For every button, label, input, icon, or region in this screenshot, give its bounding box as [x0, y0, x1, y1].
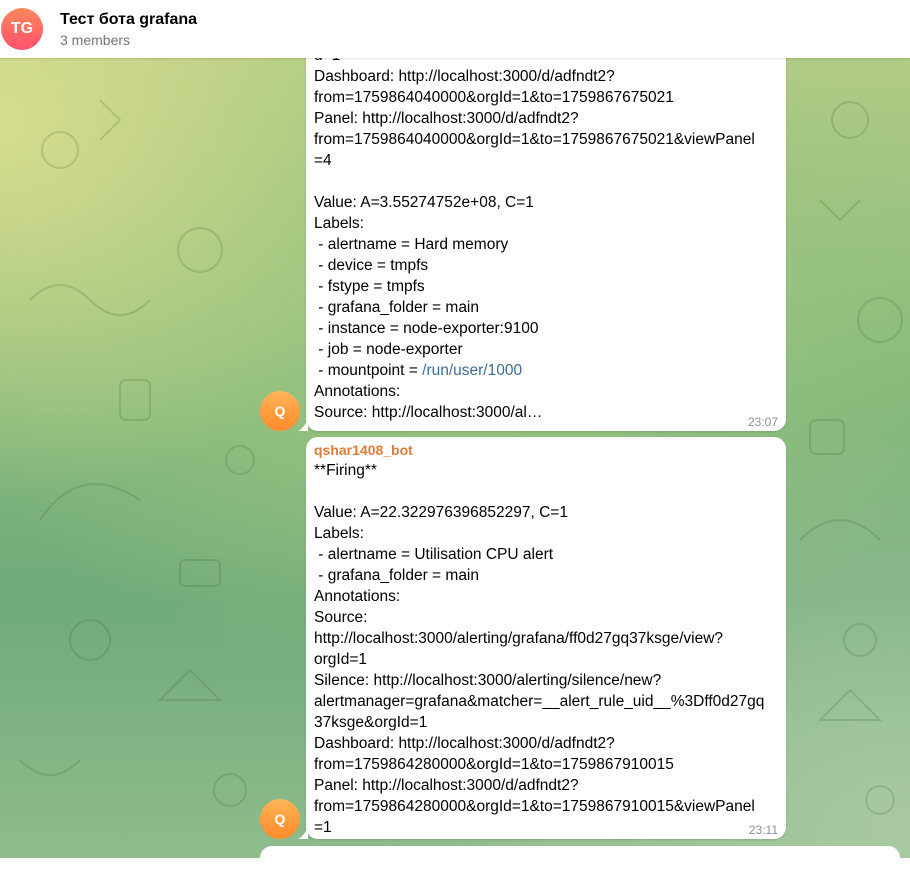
- message-time: 23:07: [747, 415, 778, 429]
- message-line: - fstype = tmpfs: [314, 278, 425, 295]
- message-line: from=1759864040000&orgId=1&to=1759867675…: [314, 131, 755, 148]
- message-line: Value: A=22.322976396852297, C=1: [314, 504, 568, 521]
- message-line: Annotations:: [314, 383, 401, 400]
- sender-name[interactable]: qshar1408_bot: [314, 440, 778, 460]
- message-line: Source:: [314, 609, 368, 626]
- message-line: - alertname = Utilisation CPU alert: [314, 546, 554, 563]
- message-line: - grafana_folder = main: [314, 299, 479, 316]
- message-line: from=1759864280000&orgId=1&to=1759867910…: [314, 756, 674, 773]
- message-line: from=1759864280000&orgId=1&to=1759867910…: [314, 798, 755, 815]
- message-time: 23:11: [748, 823, 778, 837]
- group-avatar[interactable]: TG: [1, 8, 43, 50]
- message-bubble[interactable]: d=1 Dashboard: http://localhost:3000/d/a…: [306, 40, 786, 431]
- bot-avatar[interactable]: Q: [260, 799, 300, 839]
- message-line: Value: A=3.55274752e+08, C=1: [314, 194, 534, 211]
- message-line: Silence: http://localhost:3000/alerting/…: [314, 672, 662, 689]
- message-line: Annotations:: [314, 588, 401, 605]
- member-count: 3 members: [60, 32, 131, 48]
- message-line: - mountpoint = /run/user/1000: [314, 360, 778, 381]
- message-line: Dashboard: http://localhost:3000/d/adfnd…: [314, 68, 615, 85]
- message-line: - grafana_folder = main: [314, 567, 479, 584]
- chat-title[interactable]: Тест бота grafana: [60, 11, 197, 29]
- message-line: - alertname = Hard memory: [314, 236, 509, 253]
- message-line: Source: http://localhost:3000/al…: [314, 404, 543, 421]
- mountpoint-link[interactable]: /run/user/1000: [422, 362, 522, 379]
- message-line: **Firing**: [314, 462, 377, 479]
- bot-avatar[interactable]: Q: [260, 391, 300, 431]
- message-line: 37ksge&orgId=1: [314, 714, 428, 731]
- message-text: - mountpoint =: [314, 362, 423, 379]
- message-line: - instance = node-exporter:9100: [314, 320, 539, 337]
- message-line: - device = tmpfs: [314, 257, 429, 274]
- message-line: alertmanager=grafana&matcher=__alert_rul…: [314, 693, 765, 710]
- message-line: orgId=1: [314, 651, 368, 668]
- message-line: Labels:: [314, 525, 364, 542]
- message-line: [314, 481, 778, 502]
- chat-header[interactable]: TG Тест бота grafana 3 members: [0, 0, 910, 58]
- next-message-bubble[interactable]: [260, 846, 900, 876]
- bubble-tail: [298, 825, 308, 839]
- message-line: Panel: http://localhost:3000/d/adfndt2?: [314, 110, 579, 127]
- message-line: =4: [314, 152, 332, 169]
- message-line: Dashboard: http://localhost:3000/d/adfnd…: [314, 735, 615, 752]
- message-line: http://localhost:3000/alerting/grafana/f…: [314, 630, 724, 647]
- message-line: [314, 171, 778, 192]
- message-bubble[interactable]: qshar1408_bot **Firing** Value: A=22.322…: [306, 437, 786, 839]
- message-line: =1: [314, 819, 332, 836]
- message-line: - job = node-exporter: [314, 341, 463, 358]
- message-line: Labels:: [314, 215, 364, 232]
- message-line: from=1759864040000&orgId=1&to=1759867675…: [314, 89, 674, 106]
- message-line: Panel: http://localhost:3000/d/adfndt2?: [314, 777, 579, 794]
- bubble-tail: [298, 417, 308, 431]
